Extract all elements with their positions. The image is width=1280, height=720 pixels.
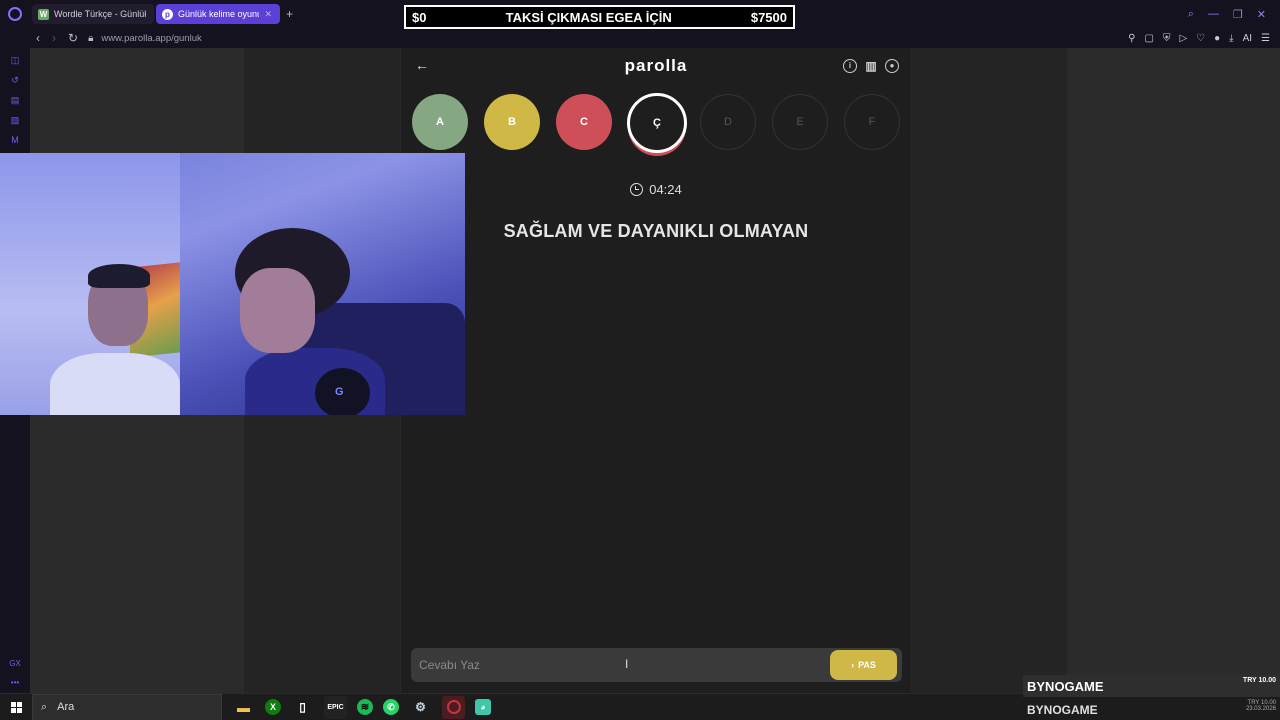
game-container: ← parolla i ▥ ● A B C Ç D E F 04:24 SAĞL… — [400, 48, 910, 693]
stats-icon[interactable]: ▥ — [864, 59, 878, 73]
taskbar-search[interactable]: ⌕ Ara — [32, 693, 222, 720]
letter-circle-d: D — [700, 94, 756, 150]
header-icons: i ▥ ● — [843, 59, 899, 73]
taskbar-apps: ▬ X ▯ EPIC ≋ ✆ ⚙ ◕ — [232, 695, 491, 719]
question-text: SAĞLAM VE DAYANIKLI OLMAYAN — [503, 221, 809, 241]
messenger-icon[interactable]: M — [9, 134, 21, 146]
tray-info: TRY 10.00 23.03.2026 — [1246, 700, 1276, 712]
close-window-icon[interactable]: ✕ — [1257, 8, 1266, 21]
bynogame-amount: TRY 10.00 — [1242, 677, 1276, 684]
opera-menu-button[interactable] — [0, 7, 30, 21]
bynogame-label: BYNOGAME — [1027, 703, 1098, 717]
back-icon[interactable]: ‹ — [36, 31, 40, 45]
close-tab-icon[interactable]: ✕ — [264, 9, 272, 20]
answer-input[interactable] — [419, 656, 819, 674]
webcam-person-right: G — [225, 228, 385, 415]
more-icon[interactable]: ••• — [11, 678, 19, 687]
letter-circle-c-cedilla: Ç — [627, 93, 687, 153]
webcam-person-left — [50, 264, 180, 415]
forward-icon[interactable]: › — [52, 31, 56, 45]
windows-logo-icon — [10, 701, 22, 713]
text-cursor-icon: I — [625, 657, 629, 671]
url-field[interactable]: www.parolla.app/gunluk — [101, 33, 201, 44]
restore-icon[interactable]: ❐ — [1233, 8, 1243, 21]
file-explorer-icon[interactable]: ▬ — [232, 696, 255, 719]
xbox-icon[interactable]: X — [265, 699, 281, 715]
sidebar-bottom: GX ••• — [9, 659, 21, 687]
discord-icon[interactable]: ▨ — [9, 114, 21, 126]
pass-label: PAS — [858, 660, 876, 670]
window-controls: ⌕ — ❐ ✕ — [1188, 8, 1280, 21]
promo-title: TAKSİ ÇIKMASI EGEA İÇİN — [505, 9, 672, 25]
discord-app-icon[interactable]: ◕ — [475, 699, 491, 715]
wordle-favicon-icon: W — [38, 8, 49, 20]
pass-button[interactable]: › PAS — [830, 650, 897, 680]
bynogame-name: BYNOGAME — [1027, 678, 1104, 694]
gx-icon[interactable]: GX — [9, 659, 21, 668]
spotify-icon[interactable]: ≋ — [357, 699, 373, 715]
opera-gx-icon[interactable] — [442, 695, 465, 719]
heart-icon[interactable]: ♡ — [1196, 33, 1205, 44]
opera-logo-icon — [8, 7, 22, 21]
bynogame-banner: BYNOGAME TRY 10.00 — [1023, 675, 1280, 697]
address-bar: ‹ › ↻ 🔒︎ www.parolla.app/gunluk ⚲ ▢ ⛨ ▷ … — [0, 28, 1280, 48]
profile-icon[interactable]: ● — [1214, 33, 1220, 44]
person-right-face — [240, 268, 315, 353]
whatsapp-icon[interactable]: ✆ — [383, 699, 399, 715]
search-icon: ⌕ — [41, 700, 48, 713]
game-header: ← parolla i ▥ ● — [401, 48, 911, 86]
letter-circle-a: A — [412, 94, 468, 150]
nav-buttons: ‹ › ↻ — [0, 31, 78, 45]
menu-icon[interactable]: ☰ — [1261, 33, 1270, 44]
gx-control-icon[interactable]: ◫ — [9, 54, 21, 66]
letter-circle-f: F — [844, 94, 900, 150]
timer: 04:24 — [401, 182, 911, 197]
promo-left: $0 — [412, 9, 427, 25]
steam-icon[interactable]: ⚙ — [409, 696, 432, 719]
letter-circle-e: E — [772, 94, 828, 150]
epic-games-icon[interactable]: EPIC — [324, 695, 347, 719]
screen: W Wordle Türkçe - Günlük Ke p Günlük kel… — [0, 0, 1280, 720]
search-label: Ara — [57, 701, 75, 713]
shield-icon[interactable]: ⛨ — [1163, 33, 1171, 44]
extensions-toolbar: ⚲ ▢ ⛨ ▷ ♡ ● ⤓ AI ☰ — [1128, 33, 1280, 44]
tab-wordle[interactable]: W Wordle Türkçe - Günlük Ke — [32, 4, 154, 24]
clock-icon — [630, 183, 644, 196]
user-icon[interactable]: ● — [885, 59, 899, 73]
promo-right: $7500 — [750, 9, 787, 25]
letter-circle-c: C — [556, 94, 612, 150]
letter-wheel: A B C Ç D E F — [401, 93, 911, 154]
timer-value: 04:24 — [649, 182, 682, 197]
plus-icon[interactable]: + — [286, 7, 293, 21]
logitech-logo-icon: G — [335, 386, 344, 398]
chevron-right-icon: › — [851, 660, 855, 670]
bookmark-pin-icon[interactable]: ⚲ — [1128, 33, 1135, 44]
tab-label: Günlük kelime oyunu - par — [178, 9, 259, 19]
answer-bar: I › PAS — [411, 648, 902, 682]
brand-title: parolla — [624, 56, 688, 75]
notepad-icon[interactable]: ▯ — [291, 696, 314, 719]
history-icon[interactable]: ↺ — [9, 74, 21, 86]
reload-icon[interactable]: ↻ — [68, 31, 78, 45]
download-icon[interactable]: ⤓ — [1229, 33, 1233, 44]
tray-date: 23.03.2026 — [1245, 706, 1276, 712]
search-tabs-icon[interactable]: ⌕ — [1188, 8, 1194, 21]
lock-icon: 🔒︎ — [88, 32, 94, 44]
person-left-shirt — [50, 353, 180, 415]
aria-ai-icon[interactable]: AI — [1243, 33, 1252, 44]
play-icon[interactable]: ▷ — [1179, 33, 1187, 44]
parolla-favicon-icon: p — [162, 8, 173, 20]
twitch-icon[interactable]: ▤ — [9, 94, 21, 106]
start-button[interactable] — [0, 701, 32, 713]
tab-parolla[interactable]: p Günlük kelime oyunu - par ✕ — [156, 4, 280, 24]
letter-circle-b: B — [484, 94, 540, 150]
right-panel — [1067, 48, 1280, 693]
snapshot-icon[interactable]: ▢ — [1144, 33, 1153, 44]
info-icon[interactable]: i — [843, 59, 857, 73]
minimize-icon[interactable]: — — [1208, 8, 1219, 21]
promo-banner: $0 TAKSİ ÇIKMASI EGEA İÇİN $7500 — [404, 5, 795, 29]
webcam-overlay: G — [0, 153, 465, 415]
tab-label: Wordle Türkçe - Günlük Ke — [54, 9, 146, 19]
person-left-hair — [88, 264, 150, 288]
